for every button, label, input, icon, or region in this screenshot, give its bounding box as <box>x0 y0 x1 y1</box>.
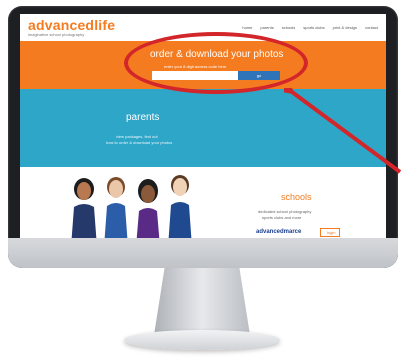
parents-link-order[interactable]: how to order & download your photos <box>106 140 172 145</box>
monitor-base <box>124 330 280 350</box>
kid-4 <box>168 175 192 247</box>
kid-3 <box>136 179 160 247</box>
parents-title: parents <box>126 112 160 123</box>
nav-schools[interactable]: schools <box>282 25 296 30</box>
annotation-arrow <box>284 88 402 174</box>
advancedmarce-logo: advancedmarce <box>256 229 302 235</box>
schools-title: schools <box>281 192 312 202</box>
school-kids-photo <box>71 175 192 247</box>
logo-main: advanced <box>28 17 95 33</box>
annotation-ellipse <box>124 32 308 94</box>
logo[interactable]: advancedlife imaginative school photogra… <box>28 18 115 37</box>
logo-tagline: imaginative school photography <box>28 32 85 37</box>
parents-link-packages[interactable]: view packages, find out <box>116 134 158 139</box>
nav-parents[interactable]: parents <box>260 25 273 30</box>
schools-line-1: dedicated school photography <box>258 209 312 214</box>
monitor-chin <box>8 238 398 268</box>
schools-section: schools dedicated school photography spo… <box>20 167 386 247</box>
login-button[interactable]: login <box>320 228 340 237</box>
logo-text: advancedlife <box>28 18 115 32</box>
nav-print-design[interactable]: print & design <box>333 25 357 30</box>
nav-home[interactable]: home <box>242 25 252 30</box>
schools-line-2: sports clubs and more <box>262 215 302 220</box>
nav-contact[interactable]: contact <box>365 25 378 30</box>
nav-sports-clubs[interactable]: sports clubs <box>303 25 324 30</box>
monitor-stand <box>154 268 250 334</box>
kid-2 <box>104 177 128 247</box>
logo-accent: life <box>94 17 116 33</box>
kid-1 <box>71 178 97 247</box>
main-nav: home parents schools sports clubs print … <box>242 25 378 30</box>
